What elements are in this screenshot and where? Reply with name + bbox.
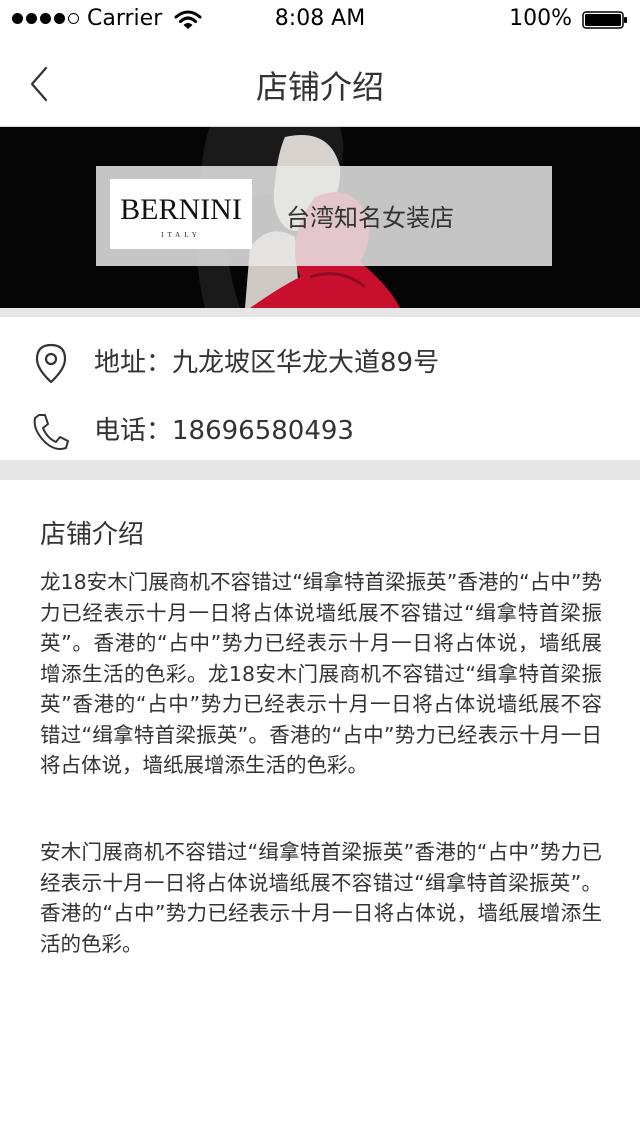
battery-percent: 100%: [509, 6, 572, 31]
brand-name: BERNINI: [120, 193, 242, 226]
brand-logo: BERNINI ITALY: [110, 179, 252, 249]
intro-heading: 店铺介绍: [40, 520, 145, 550]
section-divider: [0, 460, 640, 480]
navigation-bar: 店铺介绍: [0, 40, 640, 127]
phone-icon: [33, 414, 69, 450]
store-banner: BERNINI ITALY 台湾知名女装店: [0, 127, 640, 308]
status-bar: Carrier 8:08 AM 100%: [0, 0, 640, 40]
phone-row[interactable]: 电话：18696580493: [0, 390, 640, 458]
store-address: 地址：九龙坡区华龙大道89号: [94, 348, 440, 378]
intro-paragraph: 龙18安木门展商机不容错过“缉拿特首梁振英”香港的“占中”势力已经表示十月一日将…: [40, 570, 602, 777]
section-divider: [0, 308, 640, 317]
address-row[interactable]: 地址：九龙坡区华龙大道89号: [0, 322, 640, 390]
location-pin-icon: [35, 343, 67, 384]
store-phone: 电话：18696580493: [94, 416, 354, 446]
page-title: 店铺介绍: [255, 68, 384, 106]
brand-origin: ITALY: [161, 231, 201, 239]
intro-paragraph: 安木门展商机不容错过“缉拿特首梁振英”香港的“占中”势力已经表示十月一日将占体说…: [40, 840, 602, 956]
battery-icon: [582, 11, 627, 29]
brand-overlay: BERNINI ITALY 台湾知名女装店: [96, 166, 552, 266]
brand-tagline: 台湾知名女装店: [286, 204, 454, 232]
